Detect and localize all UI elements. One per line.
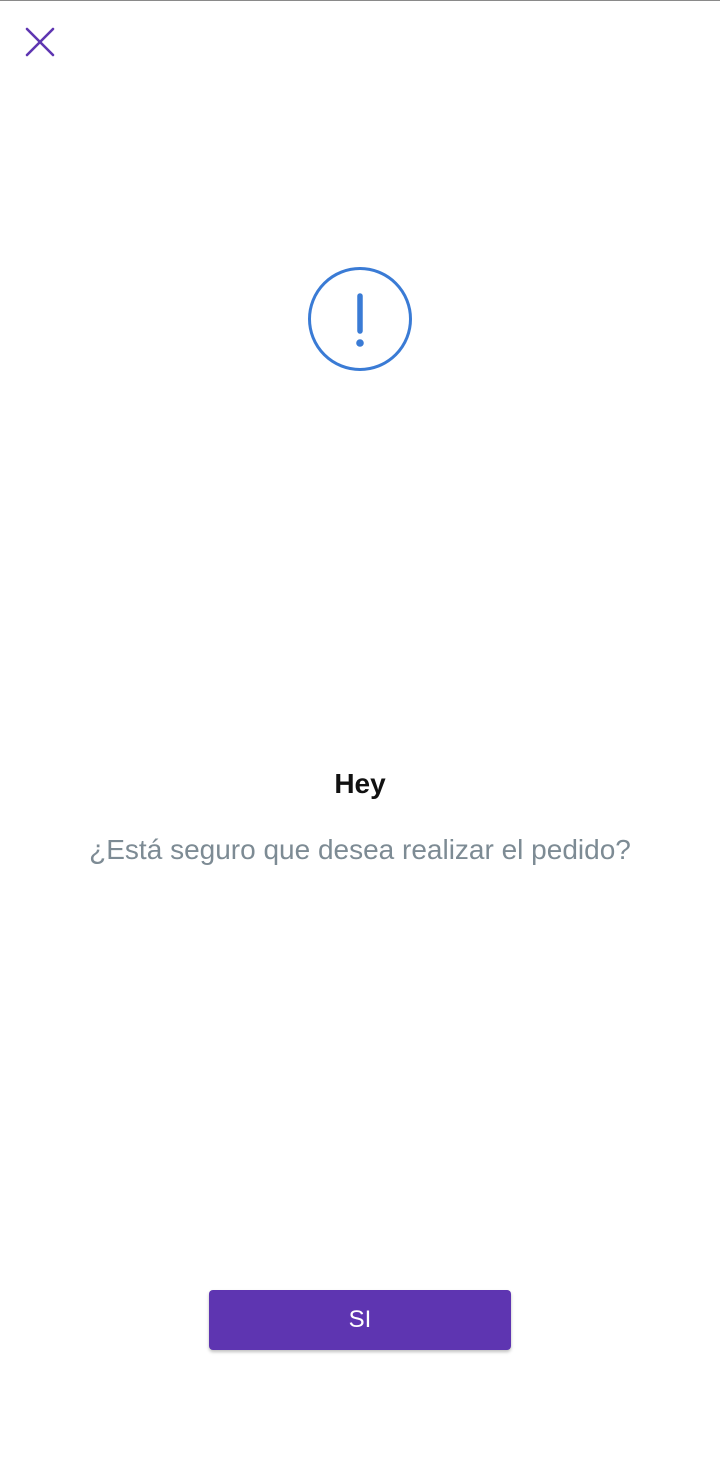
top-divider (0, 0, 720, 1)
close-icon (25, 27, 55, 57)
dialog-title: Hey (334, 768, 386, 799)
exclamation-circle-icon (308, 267, 412, 371)
confirm-button[interactable]: SI (209, 1290, 511, 1350)
dialog-message: ¿Está seguro que desea realizar el pedid… (89, 834, 631, 865)
close-button[interactable] (18, 20, 62, 64)
